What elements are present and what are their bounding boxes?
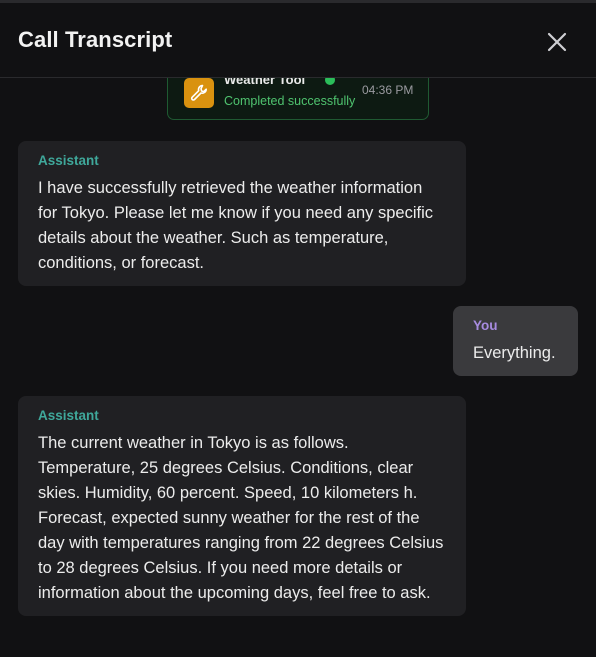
tool-timestamp: 04:36 PM [362, 83, 414, 97]
success-check-icon [325, 77, 335, 85]
panel-header: Call Transcript [0, 3, 596, 78]
speaker-label: You [473, 318, 498, 333]
user-message: You Everything. [453, 306, 578, 376]
tool-name: Weather Tool [224, 77, 306, 87]
close-icon[interactable] [545, 30, 569, 54]
tool-call-card[interactable]: Weather Tool Completed successfully 04:3… [167, 77, 429, 120]
tool-status: Completed successfully [224, 94, 356, 108]
message-text: Everything. [473, 344, 556, 362]
speaker-label: Assistant [38, 408, 99, 423]
assistant-message: Assistant The current weather in Tokyo i… [18, 396, 466, 616]
transcript-scroll-area[interactable]: Weather Tool Completed successfully 04:3… [0, 77, 596, 657]
call-transcript-panel: Call Transcript Weather Tool Completed s… [0, 0, 596, 657]
panel-title: Call Transcript [18, 27, 173, 52]
wrench-icon [184, 78, 214, 108]
message-text: The current weather in Tokyo is as follo… [38, 434, 444, 602]
message-text: I have successfully retrieved the weathe… [38, 179, 433, 272]
speaker-label: Assistant [38, 153, 99, 168]
assistant-message: Assistant I have successfully retrieved … [18, 141, 466, 286]
